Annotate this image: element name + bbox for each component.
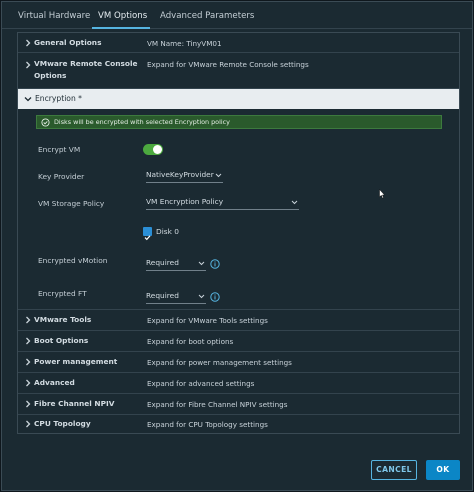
ok-button[interactable]: OK (426, 460, 460, 480)
chevron-down-icon (24, 97, 32, 102)
encrypted-vmotion-label: Encrypted vMotion (38, 256, 108, 265)
storage-policy-select[interactable]: VM Encryption Policy (146, 197, 299, 210)
chevron-right-icon (26, 316, 31, 324)
toggle-knob (153, 145, 162, 154)
chevron-down-icon (198, 261, 205, 266)
tab-advanced-parameters[interactable]: Advanced Parameters (160, 11, 254, 21)
encrypted-vmotion-value: Required (146, 258, 179, 267)
key-provider-select[interactable]: NativeKeyProvider (146, 170, 223, 183)
info-icon[interactable] (210, 259, 220, 269)
row-remote-console-options[interactable]: VMware Remote Console Options Expand for… (18, 53, 459, 89)
row-value: Expand for CPU Topology settings (147, 420, 268, 429)
row-label: CPU Topology (34, 419, 91, 428)
encryption-title: Encryption * (35, 94, 82, 103)
check-circle-icon (41, 118, 50, 127)
row-label: VMware Remote Console Options (34, 59, 138, 80)
chevron-right-icon (26, 420, 31, 428)
chevron-down-icon (291, 200, 298, 205)
chevron-down-icon (215, 173, 222, 178)
row-power-management[interactable]: Power management Expand for power manage… (18, 352, 459, 373)
row-label: Fibre Channel NPIV (34, 399, 115, 408)
disk-0-checkbox[interactable] (143, 227, 152, 241)
encrypted-ft-value: Required (146, 291, 179, 300)
tab-vm-options[interactable]: VM Options (98, 11, 147, 21)
check-icon (144, 235, 151, 241)
row-value: Expand for boot options (147, 337, 234, 346)
row-value: Expand for Fibre Channel NPIV settings (147, 400, 288, 409)
storage-policy-label: VM Storage Policy (38, 199, 105, 208)
encrypted-vmotion-select[interactable]: Required (146, 258, 206, 271)
encrypted-ft-select[interactable]: Required (146, 291, 206, 304)
chevron-right-icon (26, 337, 31, 345)
chevron-right-icon (26, 400, 31, 408)
mouse-pointer-icon (379, 189, 385, 199)
chevron-right-icon (26, 39, 31, 47)
chevron-right-icon (26, 379, 31, 387)
row-general-options[interactable]: General Options VM Name: TinyVM01 (18, 33, 459, 53)
storage-policy-value: VM Encryption Policy (146, 197, 224, 206)
row-value: VM Name: TinyVM01 (147, 39, 222, 48)
encrypted-ft-label: Encrypted FT (38, 289, 87, 298)
active-tab-indicator (92, 27, 150, 29)
chevron-right-icon (26, 358, 31, 366)
row-label: General Options (34, 38, 102, 47)
row-value: Expand for power management settings (147, 358, 292, 367)
chevron-down-icon (198, 294, 205, 299)
row-label: Power management (34, 357, 118, 366)
vm-settings-dialog: Virtual Hardware VM Options Advanced Par… (1, 1, 473, 491)
row-vmware-tools[interactable]: VMware Tools Expand for VMware Tools set… (18, 310, 459, 331)
encrypt-vm-label: Encrypt VM (38, 145, 81, 154)
banner-text: Disks will be encrypted with selected En… (54, 118, 230, 126)
row-value: Expand for VMware Tools settings (147, 316, 268, 325)
row-label: Advanced (34, 378, 75, 387)
encryption-success-banner: Disks will be encrypted with selected En… (36, 115, 442, 129)
encryption-section-header[interactable]: Encryption * (18, 89, 459, 109)
row-value: Expand for advanced settings (147, 379, 255, 388)
chevron-right-icon (26, 61, 31, 69)
row-value: Expand for VMware Remote Console setting… (147, 60, 309, 69)
row-boot-options[interactable]: Boot Options Expand for boot options (18, 331, 459, 352)
info-icon[interactable] (210, 292, 220, 302)
row-cpu-topology[interactable]: CPU Topology Expand for CPU Topology set… (18, 415, 459, 434)
encrypt-vm-toggle[interactable] (143, 144, 163, 155)
cancel-button[interactable]: CANCEL (371, 460, 417, 480)
tab-virtual-hardware[interactable]: Virtual Hardware (18, 11, 90, 21)
row-label: VMware Tools (34, 315, 92, 324)
key-provider-label: Key Provider (38, 172, 85, 181)
vm-options-panel: General Options VM Name: TinyVM01 VMware… (17, 32, 460, 434)
row-fibre-channel-npiv[interactable]: Fibre Channel NPIV Expand for Fibre Chan… (18, 394, 459, 415)
tab-bar: Virtual Hardware VM Options Advanced Par… (2, 2, 472, 29)
disk-0-label: Disk 0 (156, 227, 179, 236)
row-label: Boot Options (34, 336, 89, 345)
key-provider-value: NativeKeyProvider (146, 170, 214, 179)
row-advanced[interactable]: Advanced Expand for advanced settings (18, 373, 459, 394)
